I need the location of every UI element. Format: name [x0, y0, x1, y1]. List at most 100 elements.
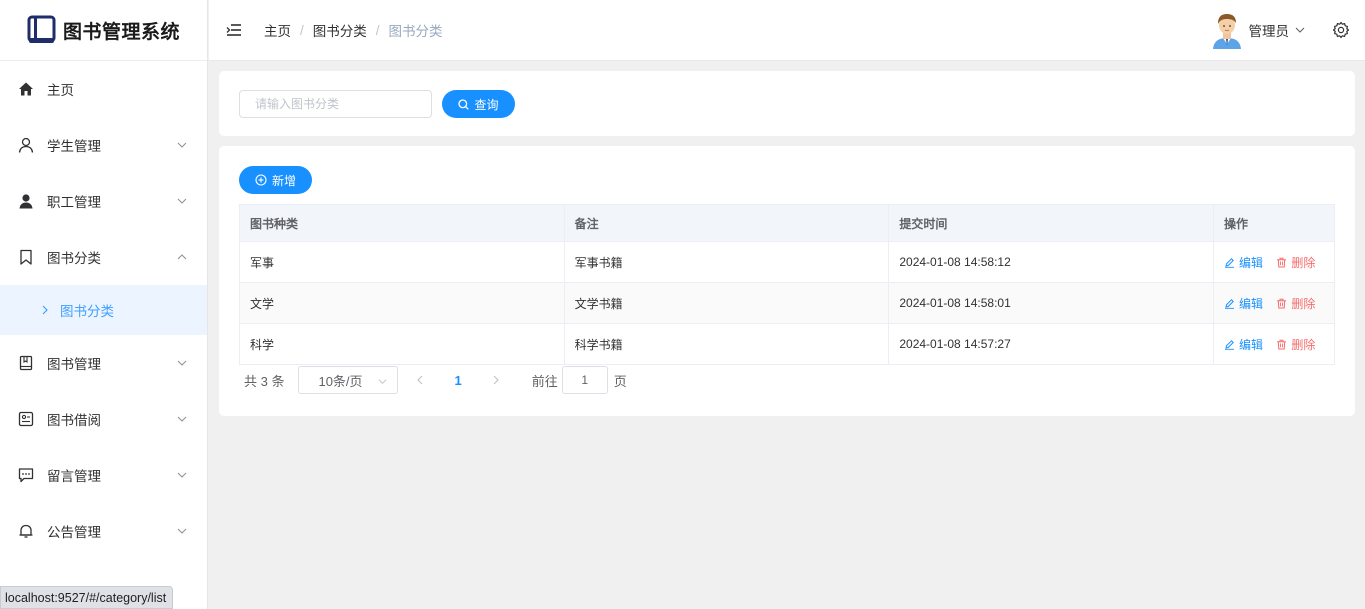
pagination: 共 3 条 10条/页 1 前往 页: [244, 366, 627, 394]
cell-actions: 编辑 删除: [1213, 282, 1335, 324]
sidebar-item-label: 留言管理: [47, 469, 101, 484]
edit-icon: [1225, 339, 1235, 350]
sidebar-item-label: 图书管理: [47, 357, 101, 372]
breadcrumb-home[interactable]: 主页: [264, 20, 291, 40]
book-logo-icon: [27, 15, 56, 43]
table-row: 军事 军事书籍 2024-01-08 14:58:12 编辑 删除: [239, 241, 1335, 283]
menu-fold-icon[interactable]: [226, 22, 242, 38]
edit-label: 编辑: [1239, 337, 1264, 352]
chevron-up-icon: [177, 254, 187, 260]
logo[interactable]: 图书管理系统: [0, 0, 207, 61]
trash-icon: [1277, 257, 1287, 267]
delete-label: 删除: [1291, 255, 1316, 270]
goto-suffix: 页: [613, 373, 627, 389]
breadcrumb-category[interactable]: 图书分类: [313, 20, 367, 40]
table-row: 文学 文学书籍 2024-01-08 14:58:01 编辑 删除: [239, 282, 1335, 324]
sidebar-item-label: 学生管理: [47, 139, 101, 154]
table-header-row: 图书种类 备注 提交时间 操作: [239, 204, 1335, 242]
avatar: [1212, 14, 1241, 49]
breadcrumb-current: 图书分类: [388, 24, 443, 39]
user-name: 管理员: [1248, 24, 1290, 39]
sidebar-item-borrow[interactable]: 图书借阅: [0, 391, 207, 447]
goto-label: 前往: [531, 373, 558, 389]
prev-page-icon[interactable]: [415, 375, 425, 385]
sidebar-item-messages[interactable]: 留言管理: [0, 447, 207, 503]
edit-button[interactable]: 编辑: [1224, 336, 1263, 353]
search-button[interactable]: 查询: [442, 90, 515, 118]
chevron-down-icon: [177, 472, 187, 478]
search-icon: [458, 98, 470, 110]
page-number-current[interactable]: 1: [454, 373, 461, 388]
tickets-icon: [18, 411, 34, 427]
bell-icon: [19, 524, 33, 538]
add-button-label: 新增: [271, 173, 296, 188]
user-dropdown[interactable]: 管理员: [1210, 11, 1306, 49]
bookmark-icon: [20, 249, 32, 265]
sidebar-item-label: 图书分类: [47, 251, 101, 266]
sidebar-item-home[interactable]: 主页: [0, 61, 207, 117]
table-row: 科学 科学书籍 2024-01-08 14:57:27 编辑 删除: [239, 323, 1335, 365]
category-table: 图书种类 备注 提交时间 操作 军事 军事书籍 2024-01-08 14:58…: [239, 204, 1335, 365]
sidebar-item-label: 公告管理: [47, 525, 101, 540]
breadcrumb-separator: /: [300, 22, 304, 38]
column-header-time: 提交时间: [888, 204, 1215, 242]
add-button[interactable]: 新增: [239, 166, 312, 194]
page-size-select[interactable]: 10条/页: [298, 366, 399, 394]
cell-note: 文学书籍: [563, 282, 890, 324]
cell-category: 科学: [239, 323, 565, 365]
delete-button[interactable]: 删除: [1276, 295, 1315, 312]
pagination-total: 共 3 条: [244, 373, 285, 389]
column-header-note: 备注: [563, 204, 890, 242]
edit-label: 编辑: [1239, 296, 1264, 311]
sidebar-subitem-label: 图书分类: [60, 304, 114, 319]
search-button-label: 查询: [474, 97, 499, 112]
cell-note: 军事书籍: [563, 241, 890, 283]
edit-label: 编辑: [1239, 255, 1264, 270]
user-filled-icon: [19, 194, 33, 209]
chevron-down-icon: [177, 360, 187, 366]
chevron-down-icon: [177, 416, 187, 422]
cell-time: 2024-01-08 14:58:01: [888, 282, 1215, 324]
delete-button[interactable]: 删除: [1276, 254, 1315, 271]
sidebar-subitem-category-list[interactable]: 图书分类: [0, 285, 207, 335]
chevron-down-icon: [379, 379, 387, 385]
column-header-category: 图书种类: [239, 204, 565, 242]
page-size-value: 10条/页: [318, 373, 363, 389]
book-icon: [19, 355, 33, 371]
cell-actions: 编辑 删除: [1213, 323, 1335, 365]
category-search-input[interactable]: [239, 90, 432, 118]
sidebar-item-category[interactable]: 图书分类: [0, 229, 207, 285]
sidebar-item-staff[interactable]: 职工管理: [0, 173, 207, 229]
trash-icon: [1277, 298, 1287, 308]
app-title: 图书管理系统: [62, 21, 180, 43]
next-page-icon[interactable]: [491, 375, 501, 385]
delete-label: 删除: [1291, 296, 1316, 311]
edit-icon: [1225, 298, 1235, 309]
sidebar-item-notices[interactable]: 公告管理: [0, 503, 207, 559]
cell-note: 科学书籍: [563, 323, 890, 365]
cell-time: 2024-01-08 14:57:27: [888, 323, 1215, 365]
chat-icon: [18, 468, 34, 483]
breadcrumb-separator: /: [375, 22, 380, 38]
edit-button[interactable]: 编辑: [1224, 254, 1263, 271]
category-table-panel: 新增 图书种类 备注 提交时间 操作 军事 军事书籍 2024-01-08 14…: [219, 146, 1355, 416]
settings-gear-icon[interactable]: [1332, 21, 1350, 39]
goto-page-input[interactable]: [561, 366, 608, 394]
cell-category: 文学: [239, 282, 565, 324]
user-outline-icon: [18, 137, 34, 153]
sidebar-item-label: 主页: [47, 83, 74, 98]
delete-button[interactable]: 删除: [1276, 336, 1315, 353]
edit-icon: [1225, 257, 1235, 268]
plus-circle-icon: [255, 174, 267, 186]
home-icon: [19, 82, 33, 96]
delete-label: 删除: [1291, 337, 1316, 352]
status-bar-url: localhost:9527/#/category/list: [0, 586, 174, 609]
chevron-down-icon: [1295, 27, 1305, 33]
sidebar-item-students[interactable]: 学生管理: [0, 117, 207, 173]
cell-time: 2024-01-08 14:58:12: [888, 241, 1215, 283]
chevron-down-icon: [177, 528, 187, 534]
trash-icon: [1277, 339, 1287, 349]
sidebar-item-books[interactable]: 图书管理: [0, 335, 207, 391]
edit-button[interactable]: 编辑: [1224, 295, 1263, 312]
search-panel: 查询: [219, 71, 1355, 136]
